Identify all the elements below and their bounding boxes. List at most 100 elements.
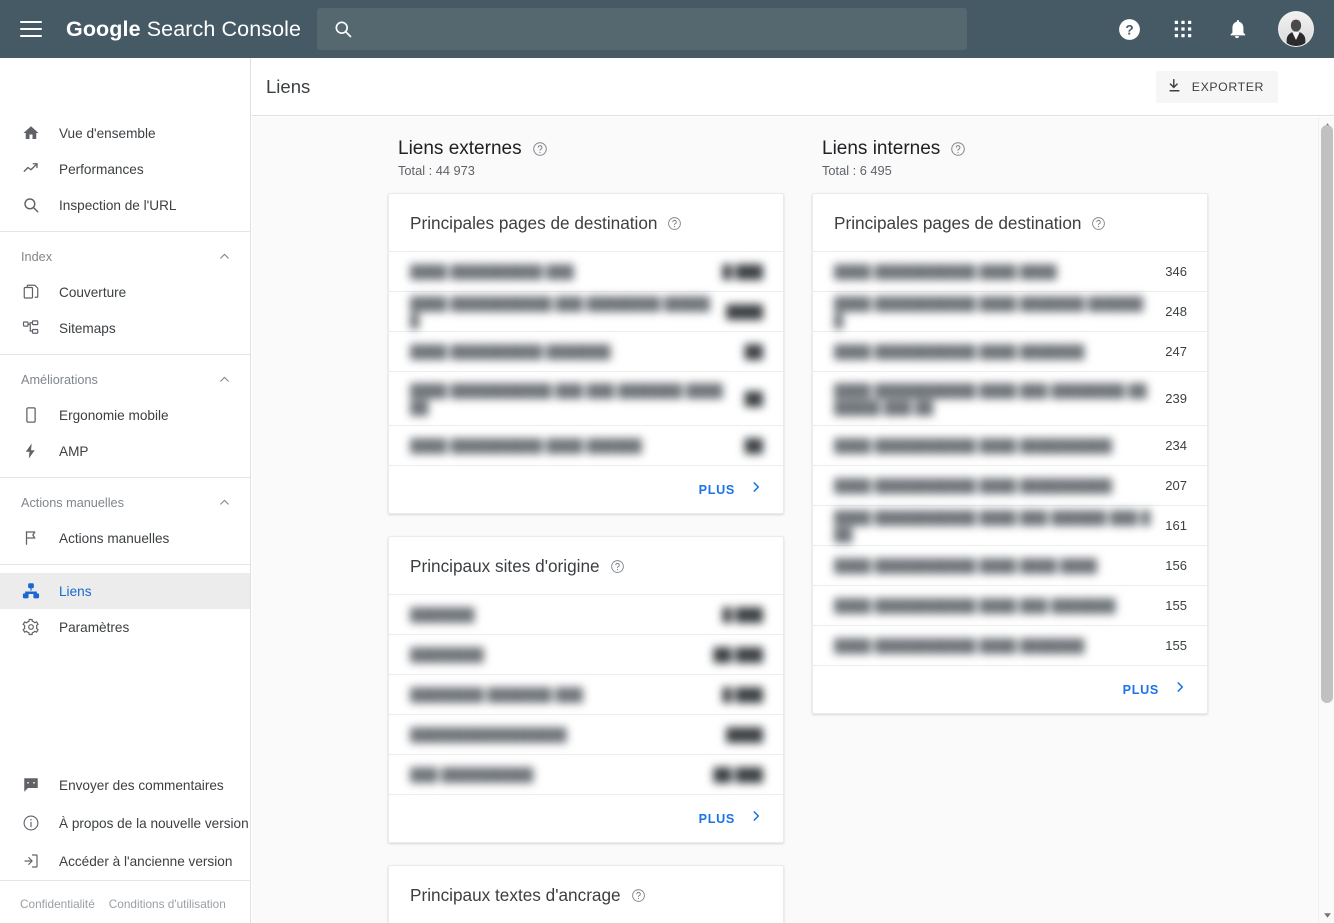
table-row[interactable]: ████ ███████████ ████ ███ ███████ 155 [813,585,1207,625]
sidebar-section-actions-manuelles[interactable]: Actions manuelles [0,486,250,520]
help-icon[interactable]: ? [1116,16,1142,42]
table-row[interactable]: ████ ███████████ ████ ███ ██████ ███ ███… [813,505,1207,545]
table-row[interactable]: ████ ███████████ ███ ████████ ██████ ███… [389,291,783,331]
sidebar-item-envoyer-commentaires[interactable]: Envoyer des commentaires [0,766,250,804]
pages-icon [21,282,41,302]
row-label: ████ ███████████ ███ ████████ ██████ [410,295,710,328]
vertical-scrollbar[interactable] [1318,117,1334,923]
sidebar-section-index[interactable]: Index [0,240,250,274]
row-label: ███████ [410,607,475,622]
row-value: ████ [726,304,763,319]
terms-link[interactable]: Conditions d'utilisation [109,897,226,911]
sidebar-primary-group: Vue d'ensemble Performances Inspection d… [0,115,250,223]
sidebar-item-sitemaps[interactable]: Sitemaps [0,310,250,346]
table-row[interactable]: ████████ ███████ ███ █ ███ [389,674,783,714]
table-row[interactable]: ████ ███████████ ████ ███████ ███████ 24… [813,291,1207,331]
sidebar-item-couverture[interactable]: Couverture [0,274,250,310]
sidebar-item-label: Actions manuelles [59,530,170,546]
bolt-icon [21,441,41,461]
table-row[interactable]: ████ ███████████ ████ ████ ████ 156 [813,545,1207,585]
sidebar-item-inspection-url[interactable]: Inspection de l'URL [0,187,250,223]
help-circle-icon[interactable] [950,141,966,157]
table-row[interactable]: ███████ █ ███ [389,594,783,634]
sidebar-item-performances[interactable]: Performances [0,151,250,187]
scrollbar-thumb[interactable] [1321,125,1333,703]
row-label: ████████ ███████ ███ [410,687,584,702]
sidebar-legal-links: Confidentialité Conditions d'utilisation [0,880,250,923]
sidebar-item-ergonomie-mobile[interactable]: Ergonomie mobile [0,397,250,433]
brand-google: Google [66,16,141,41]
sidebar-item-a-propos-nouvelle-version[interactable]: À propos de la nouvelle version [0,804,250,842]
external-links-title-row: Liens externes [398,138,812,160]
sidebar-item-label: Couverture [59,284,127,300]
notification-bell-icon[interactable] [1224,16,1250,42]
table-row[interactable]: ████ ██████████ ████ ██████ ██ [389,425,783,465]
sidebar-item-acceder-ancienne-version[interactable]: Accéder à l'ancienne version [0,842,250,880]
sidebar-item-label: Sitemaps [59,320,116,336]
sidebar-item-amp[interactable]: AMP [0,433,250,469]
help-circle-icon[interactable] [1091,216,1106,231]
help-circle-icon[interactable] [532,141,548,157]
table-row[interactable]: ████ ███████████ ███ ███ ███████ ████ ██… [389,371,783,425]
external-links-column: Liens externes Total : 44 973 Principale… [388,138,812,923]
row-value: 346 [1165,264,1187,279]
row-value: █ ███ [722,687,763,702]
table-row[interactable]: ████ ███████████ ████ ███ ████████ █████… [813,371,1207,425]
exit-arrow-icon [21,851,41,871]
hamburger-menu-icon[interactable] [20,17,44,41]
row-value: █ ███ [722,607,763,622]
sidebar-item-vue-densemble[interactable]: Vue d'ensemble [0,115,250,151]
sidebar-top-spacer [0,58,250,115]
export-button-label: EXPORTER [1191,80,1264,94]
row-label: ████████ [410,647,484,662]
more-link[interactable]: PLUS [813,665,1207,713]
sidebar-item-label: Envoyer des commentaires [59,777,224,793]
external-top-linking-sites-card: Principaux sites d'origine ███████ █ ███ [388,536,784,843]
help-circle-icon[interactable] [631,888,646,903]
chevron-right-icon [749,480,763,499]
help-circle-icon[interactable] [610,559,625,574]
row-value: █ ███ [722,264,763,279]
row-label: ████ ███████████ ████ ███ ██████ ███ ███ [834,509,1151,542]
apps-grid-icon[interactable] [1170,16,1196,42]
gear-icon [21,617,41,637]
table-row[interactable]: ████ ██████████ ███ █ ███ [389,251,783,291]
external-top-landing-pages-card: Principales pages de destination ████ ██… [388,193,784,514]
row-label: ████ ███████████ ████ ████ [834,264,1057,279]
home-icon [21,123,41,143]
more-link[interactable]: PLUS [389,465,783,513]
user-avatar[interactable] [1278,11,1314,47]
more-link[interactable]: PLUS [389,794,783,842]
sidebar-item-parametres[interactable]: Paramètres [0,609,250,645]
sidebar-item-actions-manuelles[interactable]: Actions manuelles [0,520,250,556]
scroll-down-arrow-icon[interactable] [1319,907,1334,923]
sidebar-item-label: À propos de la nouvelle version [59,815,249,831]
privacy-link[interactable]: Confidentialité [20,897,95,911]
table-row[interactable]: ████ ███████████ ████ ██████████ 207 [813,465,1207,505]
app-brand-title: Google Search Console [66,17,301,42]
sidebar-section-ameliorations[interactable]: Améliorations [0,363,250,397]
table-row[interactable]: █████████████████ ████ [389,714,783,754]
table-row[interactable]: ████ ███████████ ████ ██████████ 234 [813,425,1207,465]
table-row[interactable]: ████████ ██ ███ [389,634,783,674]
search-input[interactable] [353,20,967,38]
row-value: ████ [726,727,763,742]
export-button[interactable]: EXPORTER [1155,71,1278,103]
sidebar-item-liens[interactable]: Liens [0,573,250,609]
table-row[interactable]: ████ ███████████ ████ ████ 346 [813,251,1207,291]
sidebar-item-label: Liens [59,583,92,599]
card-title: Principaux sites d'origine [410,556,600,576]
main-content-area: Liens externes Total : 44 973 Principale… [252,117,1334,923]
sidebar-footer-group: Envoyer des commentaires À propos de la … [0,766,250,923]
table-row[interactable]: ████ ███████████ ████ ███████ 155 [813,625,1207,665]
sidebar-divider [0,354,250,355]
row-label: ████ ███████████ ████ ██████████ [834,438,1112,453]
search-box[interactable] [317,8,967,50]
more-link-label: PLUS [698,482,735,497]
help-circle-icon[interactable] [667,216,682,231]
table-row[interactable]: ████ ██████████ ███████ ██ [389,331,783,371]
table-row[interactable]: ████ ███████████ ████ ███████ 247 [813,331,1207,371]
left-sidebar: Vue d'ensemble Performances Inspection d… [0,58,251,923]
table-row[interactable]: ███ ██████████ ██ ███ [389,754,783,794]
row-label: ████ ███████████ ████ ███████ ███████ [834,295,1144,328]
